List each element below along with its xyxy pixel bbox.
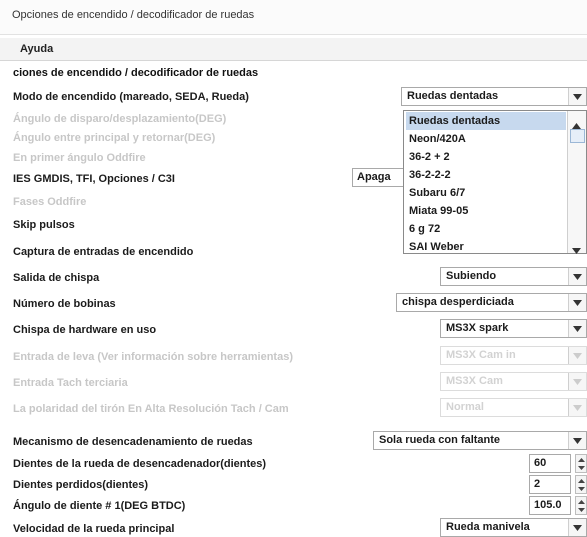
dropdown-option[interactable]: Miata 99-05 — [406, 202, 566, 220]
chevron-down-icon[interactable] — [568, 268, 586, 285]
chevron-down-icon — [568, 373, 586, 390]
settings-panel: ciones de encendido / decodificador de r… — [0, 62, 587, 537]
tach-polarity-select: Normal — [440, 398, 587, 417]
label-oddfire-phases: Fases Oddfire — [13, 196, 87, 208]
missing-teeth-input[interactable]: 2 — [529, 475, 571, 494]
spinner-arrows-icon[interactable] — [575, 454, 587, 473]
dropdown-option[interactable]: Ruedas dentadas — [406, 112, 566, 130]
main-wheel-speed-value: Rueda manivela — [446, 521, 530, 533]
missing-teeth-value: 2 — [534, 478, 541, 490]
spark-output-value: Subiendo — [446, 270, 497, 282]
label-coil-count: Número de bobinas — [13, 298, 116, 310]
label-main-wheel-speed: Velocidad de la rueda principal — [13, 523, 175, 535]
spark-output-select[interactable]: Subiendo — [440, 267, 587, 286]
tertiary-tach-select: MS3X Cam — [440, 372, 587, 391]
dropdown-option[interactable]: SAI Weber — [406, 238, 566, 256]
chevron-down-icon[interactable] — [568, 88, 586, 105]
label-spark-output: Salida de chispa — [13, 272, 100, 284]
ignition-mode-select[interactable]: Ruedas dentadas — [401, 87, 587, 106]
chevron-down-icon — [568, 347, 586, 364]
tooth-1-angle-input[interactable]: 105.0 — [529, 496, 571, 515]
chevron-down-icon[interactable] — [568, 432, 586, 449]
tooth-1-angle-value: 105.0 — [534, 499, 562, 511]
label-spark-hardware: Chispa de hardware en uso — [13, 324, 157, 336]
trigger-wheel-mechanism-select[interactable]: Sola rueda con faltante — [373, 431, 587, 450]
spinner-arrows-icon[interactable] — [575, 496, 587, 515]
spark-hardware-select[interactable]: MS3X spark — [440, 319, 587, 338]
cam-input-value: MS3X Cam in — [446, 349, 516, 361]
ignition-options-window: Opciones de encendido / decodificador de… — [0, 0, 587, 537]
label-trigger-angle: Ángulo de disparo/desplazamiento(DEG) — [13, 113, 227, 125]
ignition-mode-value: Ruedas dentadas — [407, 90, 499, 102]
spinner-arrows-icon[interactable] — [575, 475, 587, 494]
label-angle-main-return: Ángulo entre principal y retornar(DEG) — [13, 132, 216, 144]
tertiary-tach-value: MS3X Cam — [446, 375, 503, 387]
menu-bar: Ayuda — [0, 38, 587, 61]
label-tertiary-tach: Entrada Tach terciaria — [13, 377, 128, 389]
cam-input-select: MS3X Cam in — [440, 346, 587, 365]
ignition-mode-dropdown-list: Ruedas dentadas Neon/420A 36-2 + 2 36-2-… — [403, 110, 587, 254]
label-gm-dis-options: IES GMDIS, TFI, Opciones / C3I — [13, 173, 175, 185]
coil-count-value: chispa desperdiciada — [402, 296, 514, 308]
coil-count-select[interactable]: chispa desperdiciada — [396, 293, 587, 312]
tach-polarity-value: Normal — [446, 401, 484, 413]
main-wheel-speed-select[interactable]: Rueda manivela — [440, 518, 587, 537]
window-title: Opciones de encendido / decodificador de… — [12, 9, 255, 21]
spark-hardware-value: MS3X spark — [446, 322, 509, 334]
chevron-down-icon[interactable] — [572, 241, 581, 259]
label-trigger-wheel-mechanism: Mecanismo de desencadenamiento de ruedas — [13, 436, 253, 448]
trigger-wheel-teeth-value: 60 — [534, 457, 547, 469]
label-skip-pulses: Skip pulsos — [13, 219, 75, 231]
section-title: ciones de encendido / decodificador de r… — [13, 67, 259, 79]
dropdown-option[interactable]: Neon/420A — [406, 130, 566, 148]
label-missing-teeth: Dientes perdidos(dientes) — [13, 479, 149, 491]
chevron-down-icon[interactable] — [568, 294, 586, 311]
dropdown-scrollbar[interactable] — [567, 111, 586, 254]
chevron-down-icon[interactable] — [568, 320, 586, 337]
title-bar: Opciones de encendido / decodificador de… — [0, 0, 587, 35]
menu-help[interactable]: Ayuda — [20, 43, 53, 55]
label-ignition-input-capture: Captura de entradas de encendido — [13, 246, 194, 258]
dropdown-option[interactable]: 6 g 72 — [406, 220, 566, 238]
dropdown-option[interactable]: 36-2 + 2 — [406, 148, 566, 166]
trigger-wheel-teeth-input[interactable]: 60 — [529, 454, 571, 473]
label-trigger-wheel-teeth: Dientes de la rueda de desencadenador(di… — [13, 458, 267, 470]
chevron-down-icon[interactable] — [568, 519, 586, 536]
trigger-wheel-mechanism-value: Sola rueda con faltante — [379, 434, 501, 446]
chevron-down-icon — [568, 399, 586, 416]
gm-dis-value: Apaga — [357, 171, 391, 183]
dropdown-option[interactable]: 36-2-2-2 — [406, 166, 566, 184]
dropdown-option[interactable]: Subaru 6/7 — [406, 184, 566, 202]
label-cam-input: Entrada de leva (Ver información sobre h… — [13, 351, 293, 363]
scrollbar-thumb[interactable] — [570, 129, 585, 143]
label-ignition-mode: Modo de encendido (mareado, SEDA, Rueda) — [13, 91, 249, 103]
gm-dis-select[interactable]: Apaga — [352, 168, 404, 187]
label-tooth-1-angle: Ángulo de diente # 1(DEG BTDC) — [13, 500, 186, 512]
label-first-oddfire-angle: En primer ángulo Oddfire — [13, 152, 146, 164]
label-tach-polarity: La polaridad del tirón En Alta Resolució… — [13, 403, 289, 415]
